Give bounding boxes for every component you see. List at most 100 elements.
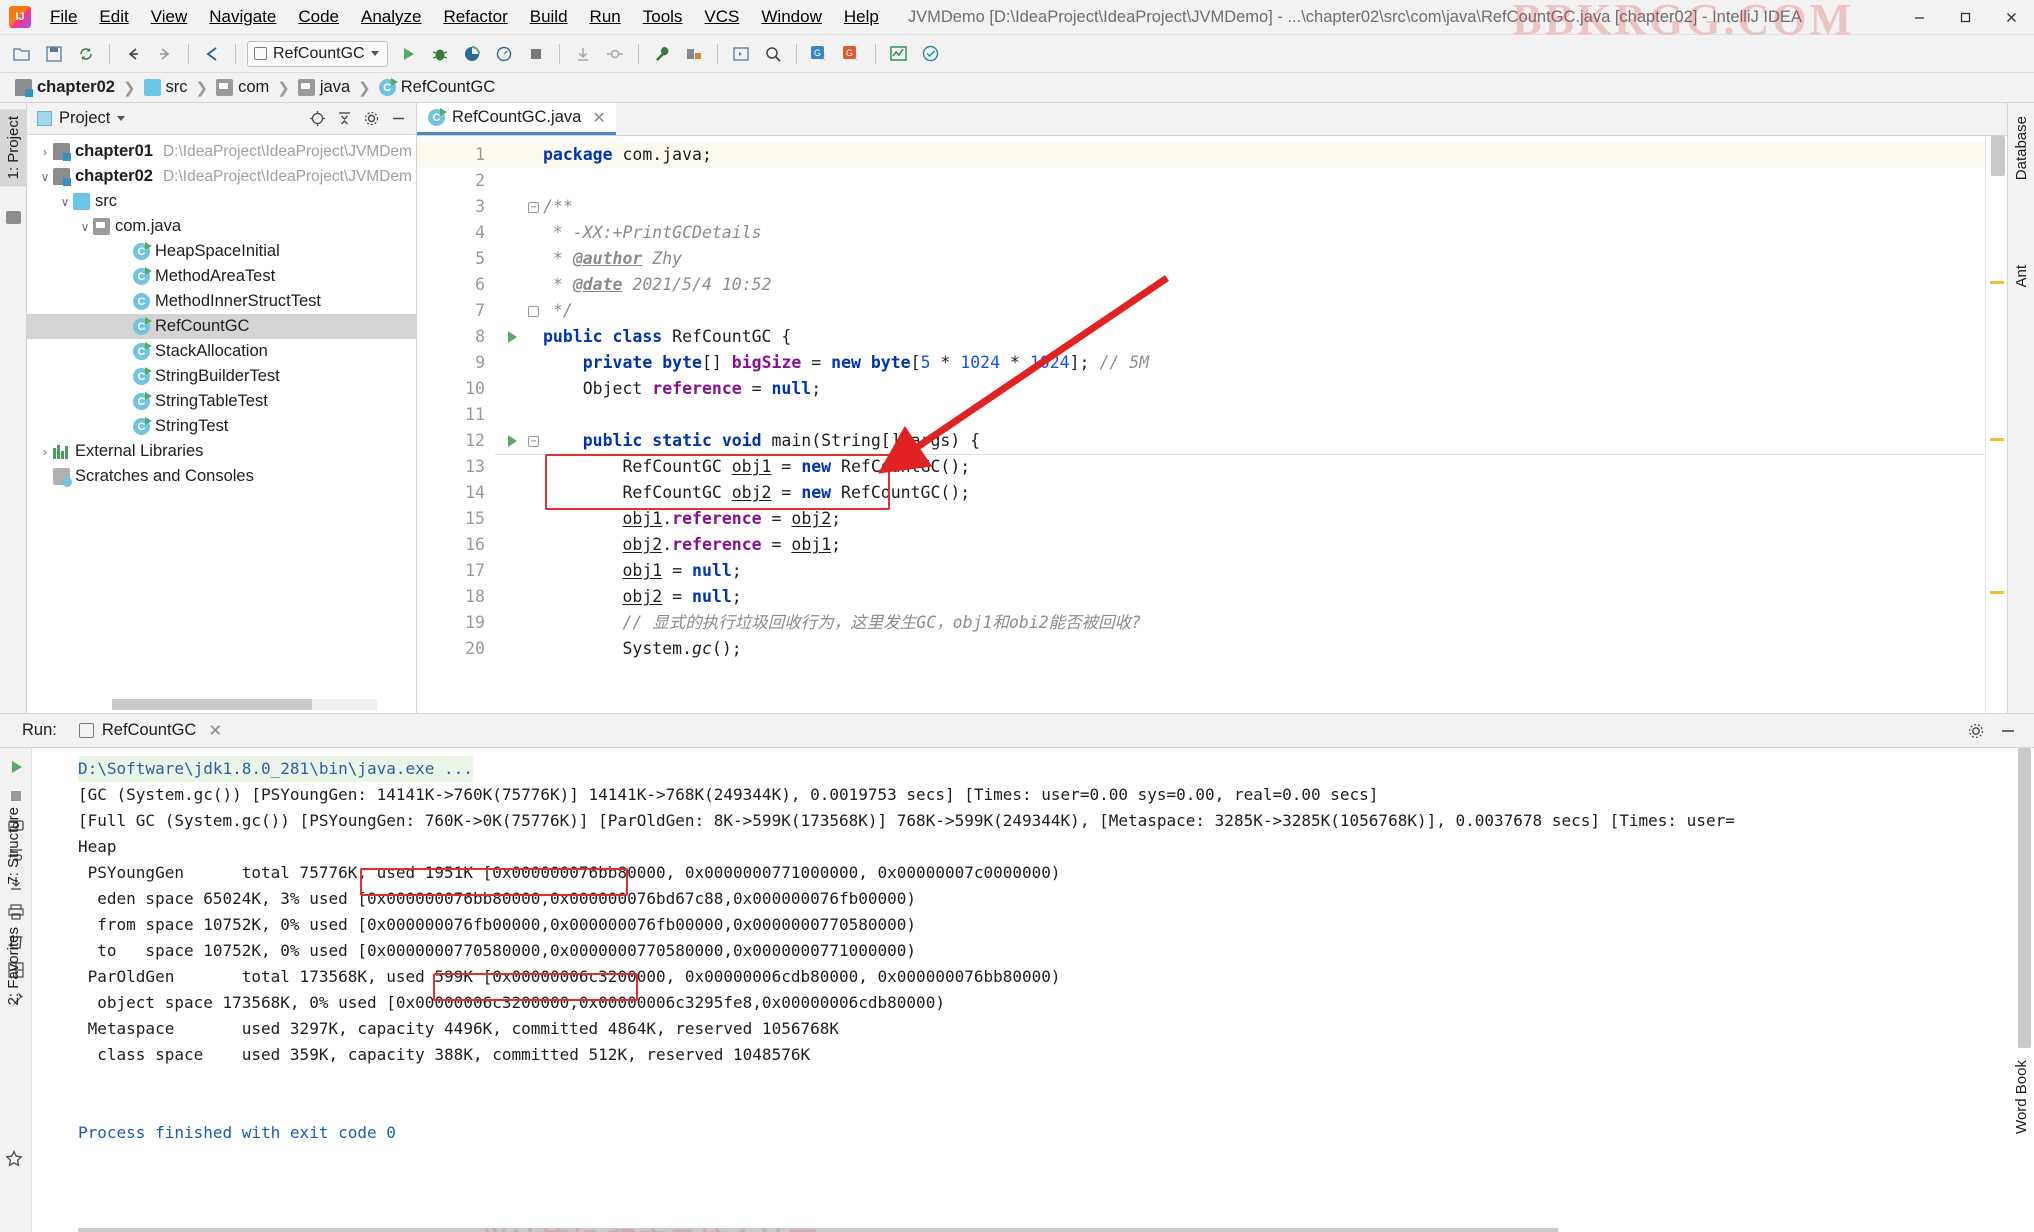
code-line[interactable]: private byte[] bigSize = new byte[5 * 10…: [543, 350, 1985, 376]
code-line[interactable]: // 显式的执行垃圾回收行为，这里发生GC，obj1和obi2能否被回收?: [543, 610, 1985, 636]
sync-icon[interactable]: [71, 40, 101, 68]
code-line[interactable]: public static void main(String[] args) {: [543, 428, 1985, 454]
breadcrumb-item-chapter02[interactable]: chapter02: [12, 78, 118, 97]
open-folder-icon[interactable]: [7, 40, 37, 68]
forward-arrow-icon[interactable]: [150, 40, 180, 68]
tree-node[interactable]: › External Libraries: [27, 439, 416, 464]
rail-tab-word-book[interactable]: Word Book: [2013, 1060, 2030, 1134]
search-everywhere-icon[interactable]: [758, 40, 788, 68]
editor-scrollbar-thumb[interactable]: [1991, 136, 2005, 176]
update-project-icon[interactable]: [568, 40, 598, 68]
wrench-icon[interactable]: [647, 40, 677, 68]
editor-gutter[interactable]: 1 2 3− 4 5 6 7 8 9 10 11 12− 13 14 15 16 17 18 19 20: [417, 136, 539, 713]
console-scrollbar-thumb[interactable]: [2018, 748, 2031, 1048]
tree-node[interactable]: C StackAllocation: [27, 339, 416, 364]
tree-node[interactable]: Scratches and Consoles: [27, 464, 416, 489]
breadcrumb-item-src[interactable]: src: [141, 78, 191, 97]
code-line[interactable]: obj2.reference = obj1;: [543, 532, 1985, 558]
check-circle-icon[interactable]: [916, 40, 946, 68]
tree-node[interactable]: C MethodInnerStructTest: [27, 289, 416, 314]
profile-icon[interactable]: [489, 40, 519, 68]
project-structure-icon[interactable]: [679, 40, 709, 68]
tree-node[interactable]: C StringTest: [27, 414, 416, 439]
back-arrow-icon[interactable]: [118, 40, 148, 68]
run-tab-refcountgc[interactable]: RefCountGC ✕: [71, 718, 230, 744]
menu-navigate[interactable]: Navigate: [198, 3, 287, 31]
hide-panel-icon[interactable]: [386, 107, 410, 131]
idea-console-icon[interactable]: [726, 40, 756, 68]
save-icon[interactable]: [39, 40, 69, 68]
run-icon[interactable]: [393, 40, 423, 68]
code-line[interactable]: * @author Zhy: [543, 246, 1985, 272]
close-icon[interactable]: ✕: [208, 721, 222, 741]
code-line[interactable]: * -XX:+PrintGCDetails: [543, 220, 1985, 246]
code-line[interactable]: Object reference = null;: [543, 376, 1985, 402]
run-configuration-selector[interactable]: RefCountGC: [247, 40, 388, 67]
gear-icon[interactable]: [1964, 719, 1988, 743]
menu-tools[interactable]: Tools: [632, 3, 694, 31]
tree-node[interactable]: C StringBuilderTest: [27, 364, 416, 389]
tree-node[interactable]: ∨ src: [27, 189, 416, 214]
gear-icon[interactable]: [359, 107, 383, 131]
rail-tab-project[interactable]: 1: Project: [0, 109, 27, 187]
rail-tab-structure[interactable]: 7: Structure: [0, 800, 27, 892]
undo-arrow-icon[interactable]: [197, 40, 227, 68]
tree-node[interactable]: C StringTableTest: [27, 389, 416, 414]
menu-edit[interactable]: Edit: [88, 3, 139, 31]
debug-icon[interactable]: [425, 40, 455, 68]
tree-node[interactable]: ∨ com.java: [27, 214, 416, 239]
gc-blue-icon[interactable]: Gx: [805, 40, 835, 68]
menu-build[interactable]: Build: [519, 3, 579, 31]
menu-code[interactable]: Code: [287, 3, 350, 31]
code-line[interactable]: RefCountGC obj2 = new RefCountGC();: [543, 480, 1985, 506]
console-marker-rail[interactable]: [2008, 748, 2034, 1232]
code-line[interactable]: obj1 = null;: [543, 558, 1985, 584]
tree-expand-arrow[interactable]: ∨: [77, 220, 93, 234]
code-line[interactable]: System.gc();: [543, 636, 1985, 662]
code-line[interactable]: /**: [543, 194, 1985, 220]
gc-red-icon[interactable]: Gx: [837, 40, 867, 68]
menu-help[interactable]: Help: [833, 3, 890, 31]
breadcrumb-item-refcountgc[interactable]: C RefCountGC: [376, 78, 498, 97]
minimize-button[interactable]: [1896, 0, 1942, 35]
warning-marker[interactable]: [1990, 438, 2004, 441]
rail-tab-database[interactable]: Database: [2008, 109, 2034, 187]
project-tree-horizontal-scrollbar[interactable]: [112, 699, 377, 710]
tree-expand-arrow[interactable]: ›: [37, 145, 53, 159]
menu-analyze[interactable]: Analyze: [350, 3, 432, 31]
tree-expand-arrow[interactable]: ∨: [57, 195, 73, 209]
breadcrumb-item-com[interactable]: com: [213, 78, 272, 97]
code-line[interactable]: [543, 168, 1985, 194]
menu-file[interactable]: File: [39, 3, 88, 31]
editor-marker-rail[interactable]: [1985, 136, 2007, 713]
tree-node[interactable]: › chapter01 D:\IdeaProject\IdeaProject\JVM…: [27, 139, 416, 164]
menu-vcs[interactable]: VCS: [693, 3, 750, 31]
minimize-icon[interactable]: [1996, 719, 2020, 743]
rail-tab-favorites[interactable]: 2: Favorites: [0, 920, 27, 1012]
tree-node[interactable]: ∨ chapter02 D:\IdeaProject\IdeaProject\JVM…: [27, 164, 416, 189]
warning-marker[interactable]: [1990, 591, 2004, 594]
tree-expand-arrow[interactable]: ∨: [37, 170, 53, 184]
console-output[interactable]: D:\Software\jdk1.8.0_281\bin\java.exe ..…: [70, 748, 2008, 1232]
editor-code-area[interactable]: package com.java; /** * -XX:+PrintGCDeta…: [495, 136, 1985, 713]
tree-node[interactable]: C HeapSpaceInitial: [27, 239, 416, 264]
close-button[interactable]: [1988, 0, 2034, 35]
code-line[interactable]: RefCountGC obj1 = new RefCountGC();: [543, 454, 1985, 480]
tree-expand-arrow[interactable]: ›: [37, 445, 53, 459]
code-line[interactable]: public class RefCountGC {: [543, 324, 1985, 350]
chart-icon[interactable]: [884, 40, 914, 68]
maximize-button[interactable]: [1942, 0, 1988, 35]
code-editor[interactable]: 1 2 3− 4 5 6 7 8 9 10 11 12− 13 14 15 16 17 18 19 20 packag…: [417, 136, 2007, 713]
menu-refactor[interactable]: Refactor: [432, 3, 518, 31]
warning-marker[interactable]: [1990, 281, 2004, 284]
editor-tab-refcountgc[interactable]: C RefCountGC.java ✕: [417, 103, 616, 135]
code-line[interactable]: * @date 2021/5/4 10:52: [543, 272, 1985, 298]
commit-icon[interactable]: [600, 40, 630, 68]
scroll-from-source-icon[interactable]: [305, 107, 329, 131]
rerun-icon[interactable]: [3, 754, 29, 780]
tree-node[interactable]: C MethodAreaTest: [27, 264, 416, 289]
close-icon[interactable]: ✕: [592, 108, 605, 128]
stop-icon[interactable]: [521, 40, 551, 68]
run-with-coverage-icon[interactable]: [457, 40, 487, 68]
tree-node[interactable]: C RefCountGC: [27, 314, 416, 339]
